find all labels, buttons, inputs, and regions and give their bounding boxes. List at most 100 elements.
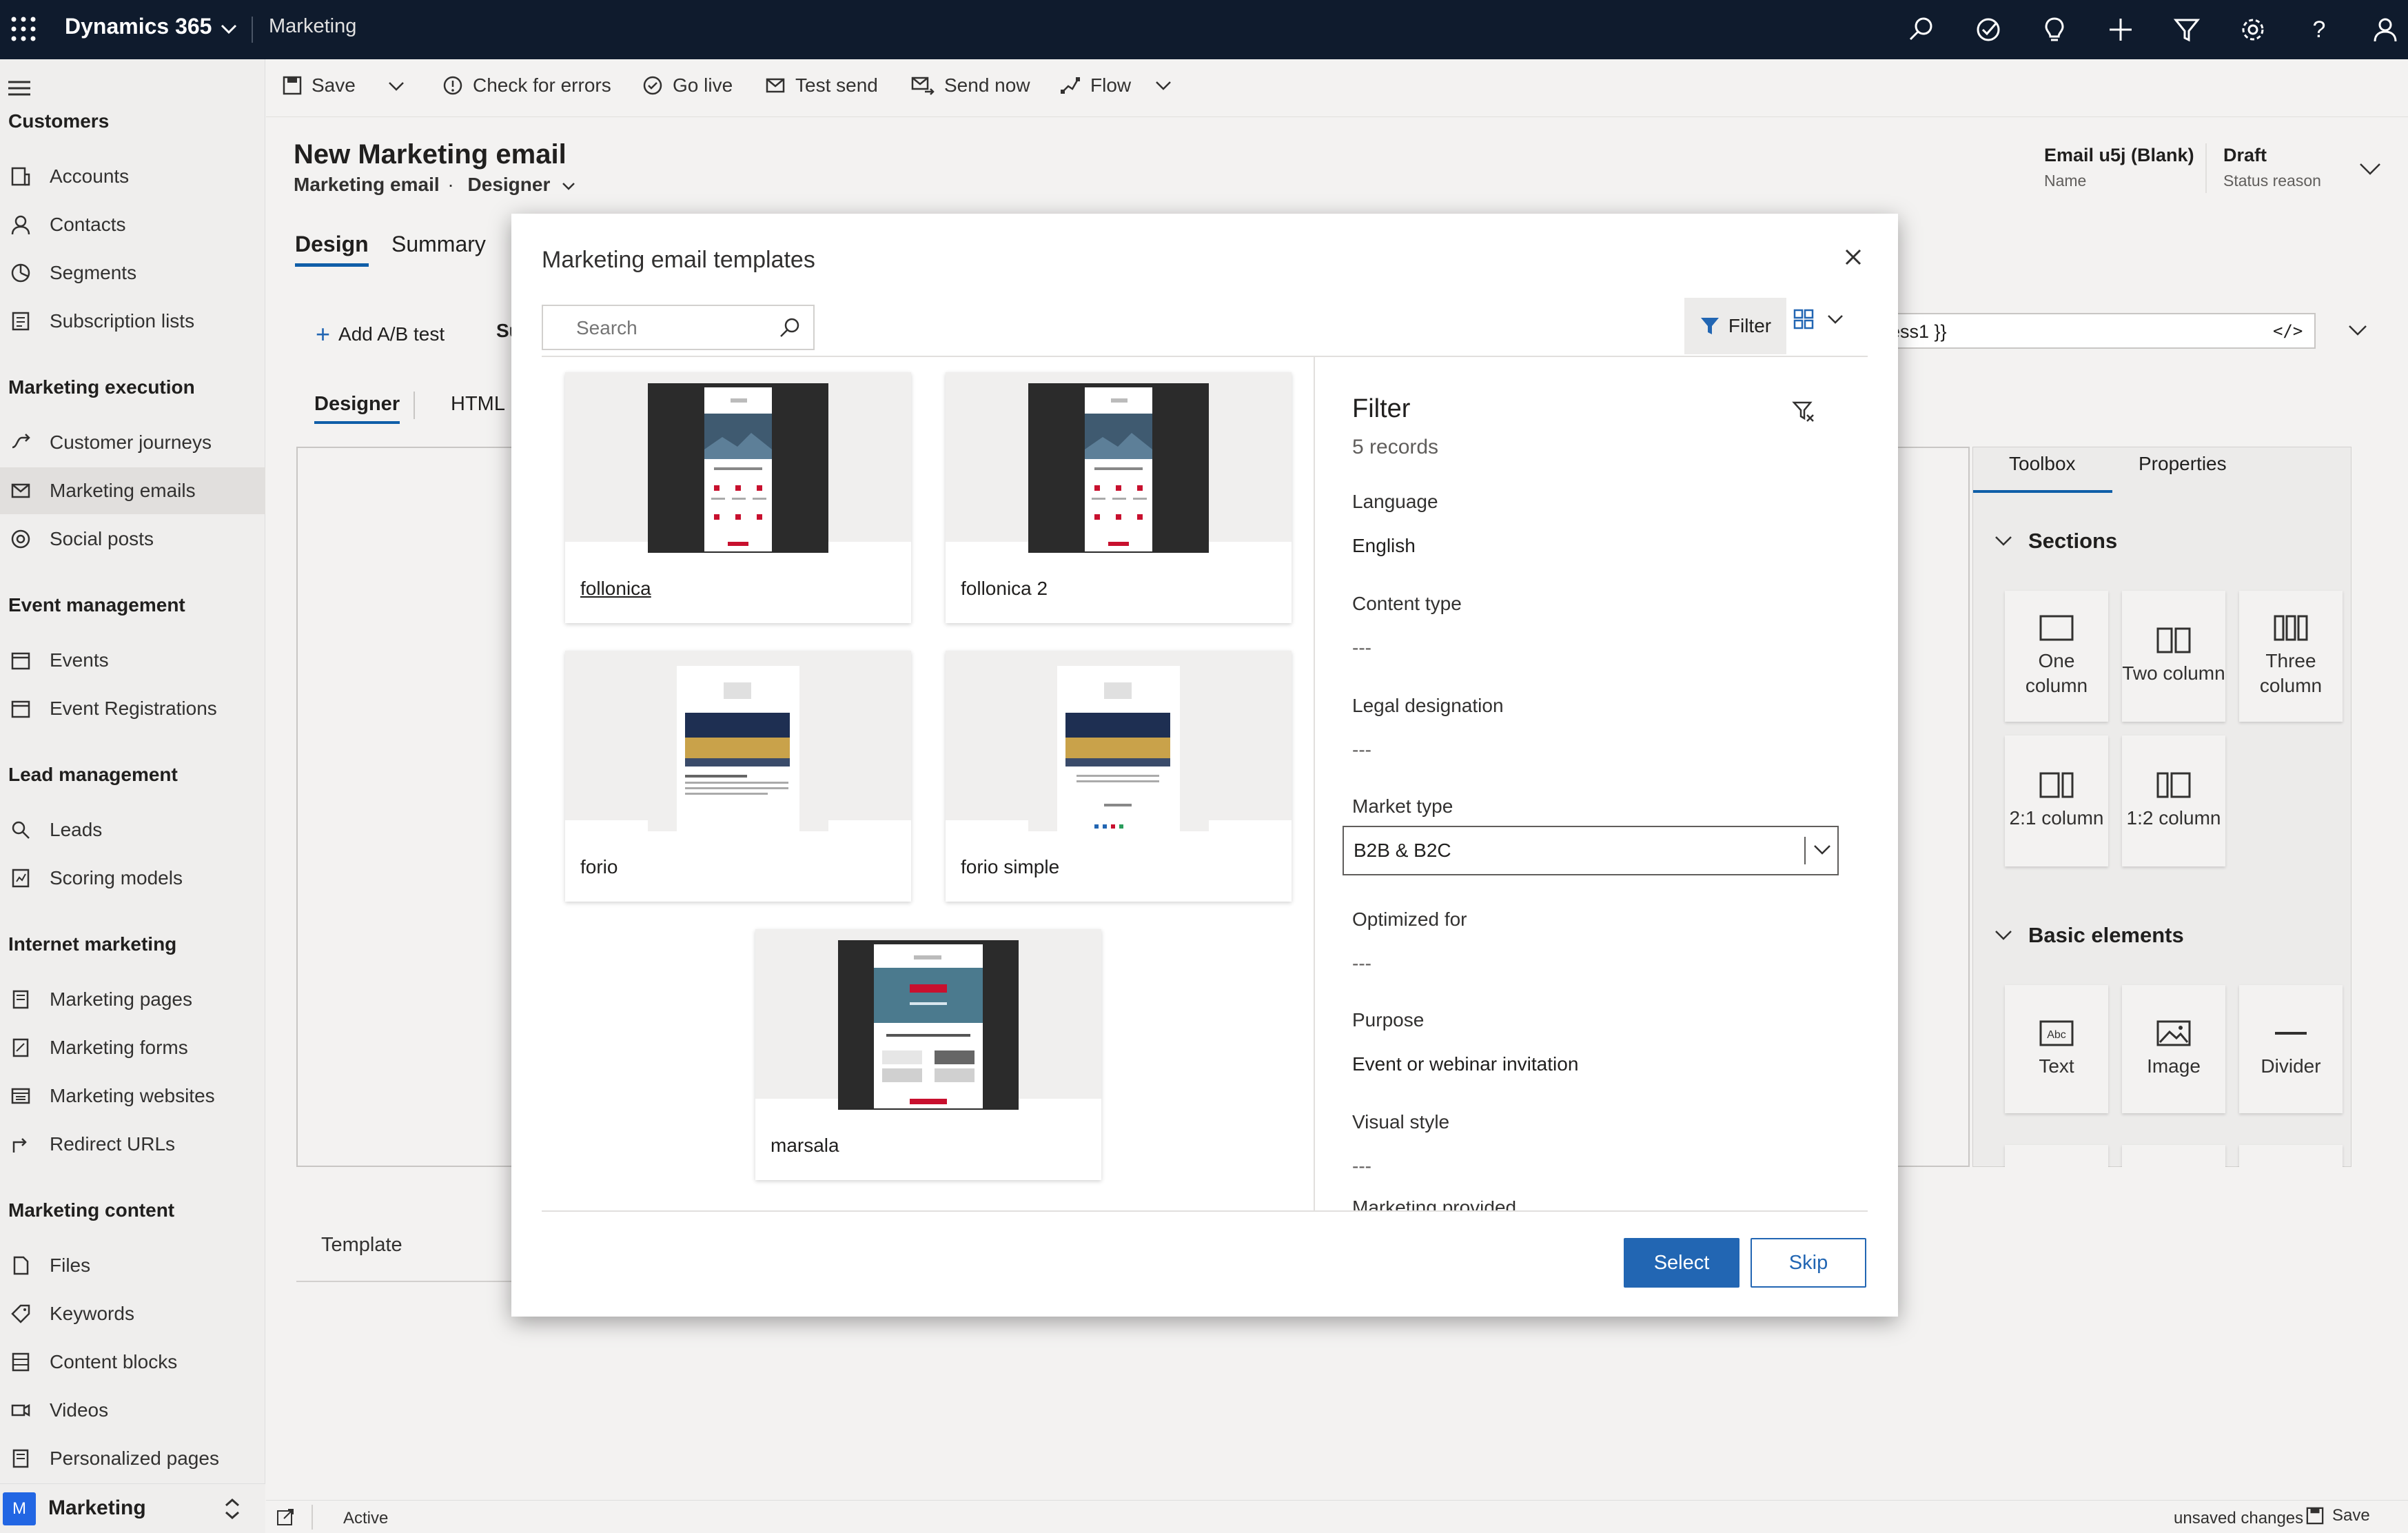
sidebar-item-social-posts[interactable]: Social posts [0, 516, 265, 562]
save-options-chevron-icon[interactable] [387, 77, 405, 95]
divider [542, 1210, 1868, 1212]
app-name[interactable]: Dynamics 365 [65, 14, 212, 39]
divider [1314, 357, 1315, 1210]
tab-summary[interactable]: Summary [391, 232, 486, 257]
filter-icon[interactable] [2170, 12, 2204, 47]
section-two-column[interactable]: Two column [2122, 591, 2225, 722]
section-one-column[interactable]: One column [2005, 591, 2108, 722]
code-icon[interactable]: </> [2273, 321, 2303, 341]
sidebar-item-keywords[interactable]: Keywords [0, 1290, 265, 1337]
user-icon[interactable] [2368, 12, 2402, 47]
close-icon[interactable] [1843, 247, 1864, 267]
tab-indicator [1973, 490, 2112, 493]
from-address-field[interactable]: ess1 }} </> [1888, 313, 2316, 349]
form-selector[interactable]: Designer [468, 174, 551, 195]
sidebar-item-marketing-emails[interactable]: Marketing emails [0, 467, 265, 514]
sidebar-item-customer-journeys[interactable]: Customer journeys [0, 419, 265, 466]
section-1-2-column[interactable]: 1:2 column [2122, 735, 2225, 866]
plus-icon[interactable] [2103, 12, 2138, 47]
section-three-column[interactable]: Three column [2239, 591, 2343, 722]
visual-style-value[interactable]: --- [1352, 1155, 1371, 1177]
element-image[interactable]: Image [2122, 985, 2225, 1113]
help-icon[interactable]: ? [2302, 12, 2336, 47]
sidebar-item-marketing-forms[interactable]: Marketing forms [0, 1024, 265, 1071]
template-card-forio-simple[interactable]: forio simple [946, 651, 1292, 902]
template-search-box[interactable] [542, 305, 815, 350]
sidebar-item-scoring-models[interactable]: Scoring models [0, 855, 265, 902]
filter-panel-title: Filter [1352, 394, 1411, 423]
section-2-1-column[interactable]: 2:1 column [2005, 735, 2108, 866]
sidebar-item-files[interactable]: Files [0, 1242, 265, 1289]
sidebar-item-content-blocks[interactable]: Content blocks [0, 1339, 265, 1385]
status-save-button[interactable]: Save [2306, 1506, 2370, 1525]
top-navigation-bar: Dynamics 365 Marketing ? [0, 0, 2408, 59]
element-text[interactable]: Abc Text [2005, 985, 2108, 1113]
sidebar-item-marketing-websites[interactable]: Marketing websites [0, 1073, 265, 1119]
sidebar-group-internet-marketing: Internet marketing [8, 933, 177, 955]
template-card-marsala[interactable]: marsala [755, 929, 1101, 1180]
email-icon [765, 75, 786, 96]
legal-designation-value[interactable]: --- [1352, 739, 1371, 761]
sidebar-item-events[interactable]: Events [0, 637, 265, 684]
filter-button[interactable]: Filter [1684, 298, 1786, 354]
test-send-button[interactable]: Test send [765, 74, 878, 97]
language-label: Language [1352, 491, 1438, 512]
toolbox-panel: Toolbox Properties Sections One column T… [1972, 447, 2351, 1167]
content-type-value[interactable]: --- [1352, 637, 1371, 659]
video-icon [8, 1398, 33, 1423]
open-record-icon[interactable] [276, 1507, 295, 1527]
sidebar-item-leads[interactable]: Leads [0, 806, 265, 853]
basic-elements-header[interactable]: Basic elements [1994, 923, 2184, 948]
app-launcher-icon[interactable] [10, 15, 37, 43]
sidebar-item-contacts[interactable]: Contacts [0, 201, 265, 248]
module-name: Marketing [269, 15, 357, 37]
template-card-follonica[interactable]: follonica [565, 372, 911, 623]
sidebar-item-marketing-pages[interactable]: Marketing pages [0, 976, 265, 1023]
hamburger-menu-icon[interactable] [8, 80, 30, 97]
search-icon[interactable] [777, 316, 802, 341]
template-card-forio[interactable]: forio [565, 651, 911, 902]
sidebar-item-redirect-urls[interactable]: Redirect URLs [0, 1121, 265, 1168]
sidebar-item-accounts[interactable]: Accounts [0, 153, 265, 200]
search-input[interactable] [576, 314, 769, 342]
check-errors-button[interactable]: Check for errors [442, 74, 611, 97]
skip-button[interactable]: Skip [1751, 1238, 1866, 1288]
tab-design[interactable]: Design [295, 232, 369, 267]
subtab-designer[interactable]: Designer [314, 393, 400, 424]
optimized-for-value[interactable]: --- [1352, 953, 1371, 975]
sections-header[interactable]: Sections [1994, 529, 2117, 554]
template-card-follonica-2[interactable]: follonica 2 [946, 372, 1292, 623]
save-button[interactable]: Save [283, 74, 356, 97]
sidebar-item-videos[interactable]: Videos [0, 1387, 265, 1434]
view-switcher[interactable] [1793, 309, 1844, 329]
chevron-down-icon[interactable] [2347, 321, 2368, 339]
search-icon[interactable] [1904, 12, 1939, 47]
sidebar-item-segments[interactable]: Segments [0, 250, 265, 296]
sidebar-item-event-registrations[interactable]: Event Registrations [0, 685, 265, 732]
purpose-value[interactable]: Event or webinar invitation [1352, 1053, 1578, 1075]
tab-toolbox[interactable]: Toolbox [2009, 453, 2076, 475]
add-ab-test-button[interactable]: + Add A/B test [316, 320, 445, 349]
subtab-html[interactable]: HTML [451, 393, 505, 416]
sidebar-item-subscription-lists[interactable]: Subscription lists [0, 298, 265, 345]
tab-properties[interactable]: Properties [2139, 453, 2227, 475]
gear-icon[interactable] [2236, 12, 2270, 47]
go-live-button[interactable]: Go live [642, 74, 733, 97]
area-switcher[interactable]: M Marketing [0, 1483, 265, 1533]
template-thumbnail [946, 372, 1292, 553]
sidebar-item-personalized-pages[interactable]: Personalized pages [0, 1435, 265, 1482]
image-icon [2156, 1020, 2191, 1046]
select-button[interactable]: Select [1624, 1238, 1739, 1288]
flow-button[interactable]: Flow [1060, 74, 1172, 97]
send-now-button[interactable]: Send now [911, 74, 1030, 97]
language-value[interactable]: English [1352, 535, 1416, 557]
lightbulb-icon[interactable] [2037, 12, 2072, 47]
chevron-down-icon[interactable] [561, 179, 576, 194]
header-expand-chevron-icon[interactable] [2358, 159, 2382, 179]
element-divider[interactable]: Divider [2239, 985, 2343, 1113]
chevron-down-icon[interactable] [219, 19, 238, 39]
market-type-select[interactable]: B2B & B2C [1343, 826, 1839, 875]
task-icon[interactable] [1971, 12, 2006, 47]
text-icon: Abc [2039, 1020, 2074, 1046]
clear-filter-icon[interactable] [1792, 400, 1815, 423]
